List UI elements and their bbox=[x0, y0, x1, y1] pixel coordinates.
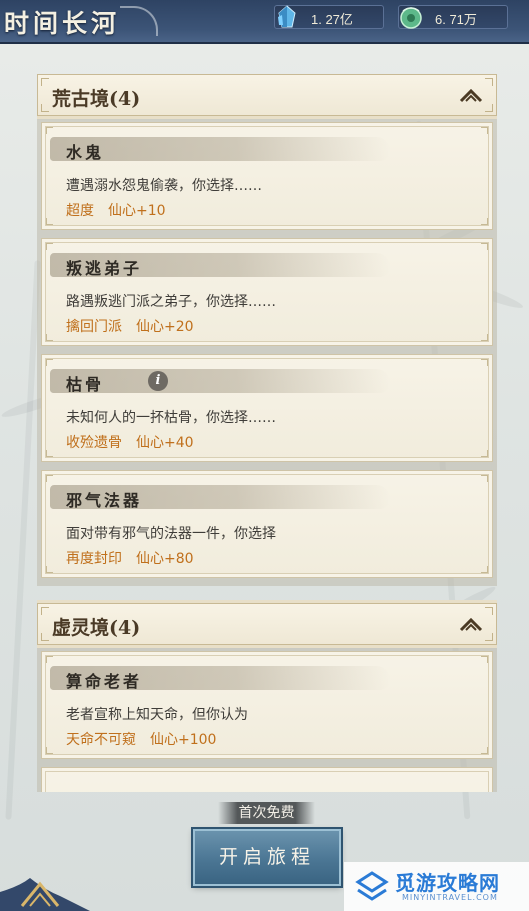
free-first-time-label: 首次免费 bbox=[218, 802, 315, 824]
section-body-xuling: 算命老者 老者宣称上知天命，但你认为 天命不可窥 仙心+100 bbox=[37, 645, 497, 792]
event-reward: 再度封印 仙心+80 bbox=[66, 551, 194, 567]
watermark-url: MINYINTRAVEL.COM bbox=[402, 893, 498, 902]
event-card[interactable]: 邪气法器 面对带有邪气的法器一件，你选择 再度封印 仙心+80 bbox=[41, 470, 493, 578]
top-bar: 时间长河 1. 27亿 6. 71万 bbox=[0, 0, 529, 44]
event-card[interactable]: 枯骨 i 未知何人的一抔枯骨，你选择…… 收殓遗骨 仙心+40 bbox=[41, 354, 493, 462]
event-card-partial[interactable] bbox=[41, 767, 493, 792]
event-description: 遭遇溺水怨鬼偷袭，你选择…… bbox=[66, 178, 262, 194]
section-body-huanggu: 水鬼 遭遇溺水怨鬼偷袭，你选择…… 超度 仙心+10 叛逃弟子 路遇叛逃门派之弟… bbox=[37, 116, 497, 586]
event-description: 路遇叛逃门派之弟子，你选择…… bbox=[66, 294, 276, 310]
info-icon[interactable]: i bbox=[148, 371, 168, 391]
crystal-resource[interactable]: 1. 27亿 bbox=[274, 5, 384, 29]
collapse-chevron-icon[interactable] bbox=[458, 85, 484, 105]
watermark-logo-icon bbox=[355, 871, 389, 901]
section-header-huanggu[interactable]: 荒古境(4) bbox=[37, 74, 497, 116]
event-name: 水鬼 bbox=[66, 143, 105, 162]
event-card[interactable]: 算命老者 老者宣称上知天命，但你认为 天命不可窥 仙心+100 bbox=[41, 651, 493, 759]
event-name: 叛逃弟子 bbox=[66, 259, 143, 278]
start-journey-button[interactable]: 开启旅程 bbox=[193, 829, 341, 886]
page-title: 时间长河 bbox=[4, 9, 121, 38]
event-description: 未知何人的一抔枯骨，你选择…… bbox=[66, 410, 276, 426]
jade-resource[interactable]: 6. 71万 bbox=[398, 5, 508, 29]
cloud-swirl-decoration bbox=[120, 6, 158, 36]
event-name: 邪气法器 bbox=[66, 491, 143, 510]
event-reward: 天命不可窥 仙心+100 bbox=[66, 732, 217, 748]
watermark-text: 觅游攻略网 bbox=[395, 871, 500, 895]
event-description: 面对带有邪气的法器一件，你选择 bbox=[66, 526, 276, 542]
event-name: 枯骨 bbox=[66, 375, 105, 394]
jade-coin-icon bbox=[400, 7, 422, 29]
site-watermark: 觅游攻略网 MINYINTRAVEL.COM bbox=[344, 862, 529, 911]
event-reward: 收殓遗骨 仙心+40 bbox=[66, 435, 194, 451]
event-reward: 超度 仙心+10 bbox=[66, 203, 166, 219]
section-title: 荒古境(4) bbox=[52, 88, 141, 110]
section-title: 虚灵境(4) bbox=[52, 617, 141, 639]
crystal-amount: 1. 27亿 bbox=[311, 12, 353, 27]
collapse-chevron-icon[interactable] bbox=[458, 614, 484, 634]
jade-amount: 6. 71万 bbox=[435, 12, 477, 27]
event-description: 老者宣称上知天命，但你认为 bbox=[66, 707, 248, 723]
event-reward: 擒回门派 仙心+20 bbox=[66, 319, 194, 335]
section-header-xuling[interactable]: 虚灵境(4) bbox=[37, 603, 497, 645]
blue-crystal-icon bbox=[278, 5, 296, 28]
event-card[interactable]: 水鬼 遭遇溺水怨鬼偷袭，你选择…… 超度 仙心+10 bbox=[41, 122, 493, 230]
event-card[interactable]: 叛逃弟子 路遇叛逃门派之弟子，你选择…… 擒回门派 仙心+20 bbox=[41, 238, 493, 346]
event-list[interactable]: 荒古境(4) 水鬼 遭遇溺水怨鬼偷袭，你选择…… 超度 仙心+10 叛逃弟子 路… bbox=[37, 74, 497, 792]
corner-ornament-icon bbox=[0, 878, 90, 911]
event-name: 算命老者 bbox=[66, 672, 143, 691]
